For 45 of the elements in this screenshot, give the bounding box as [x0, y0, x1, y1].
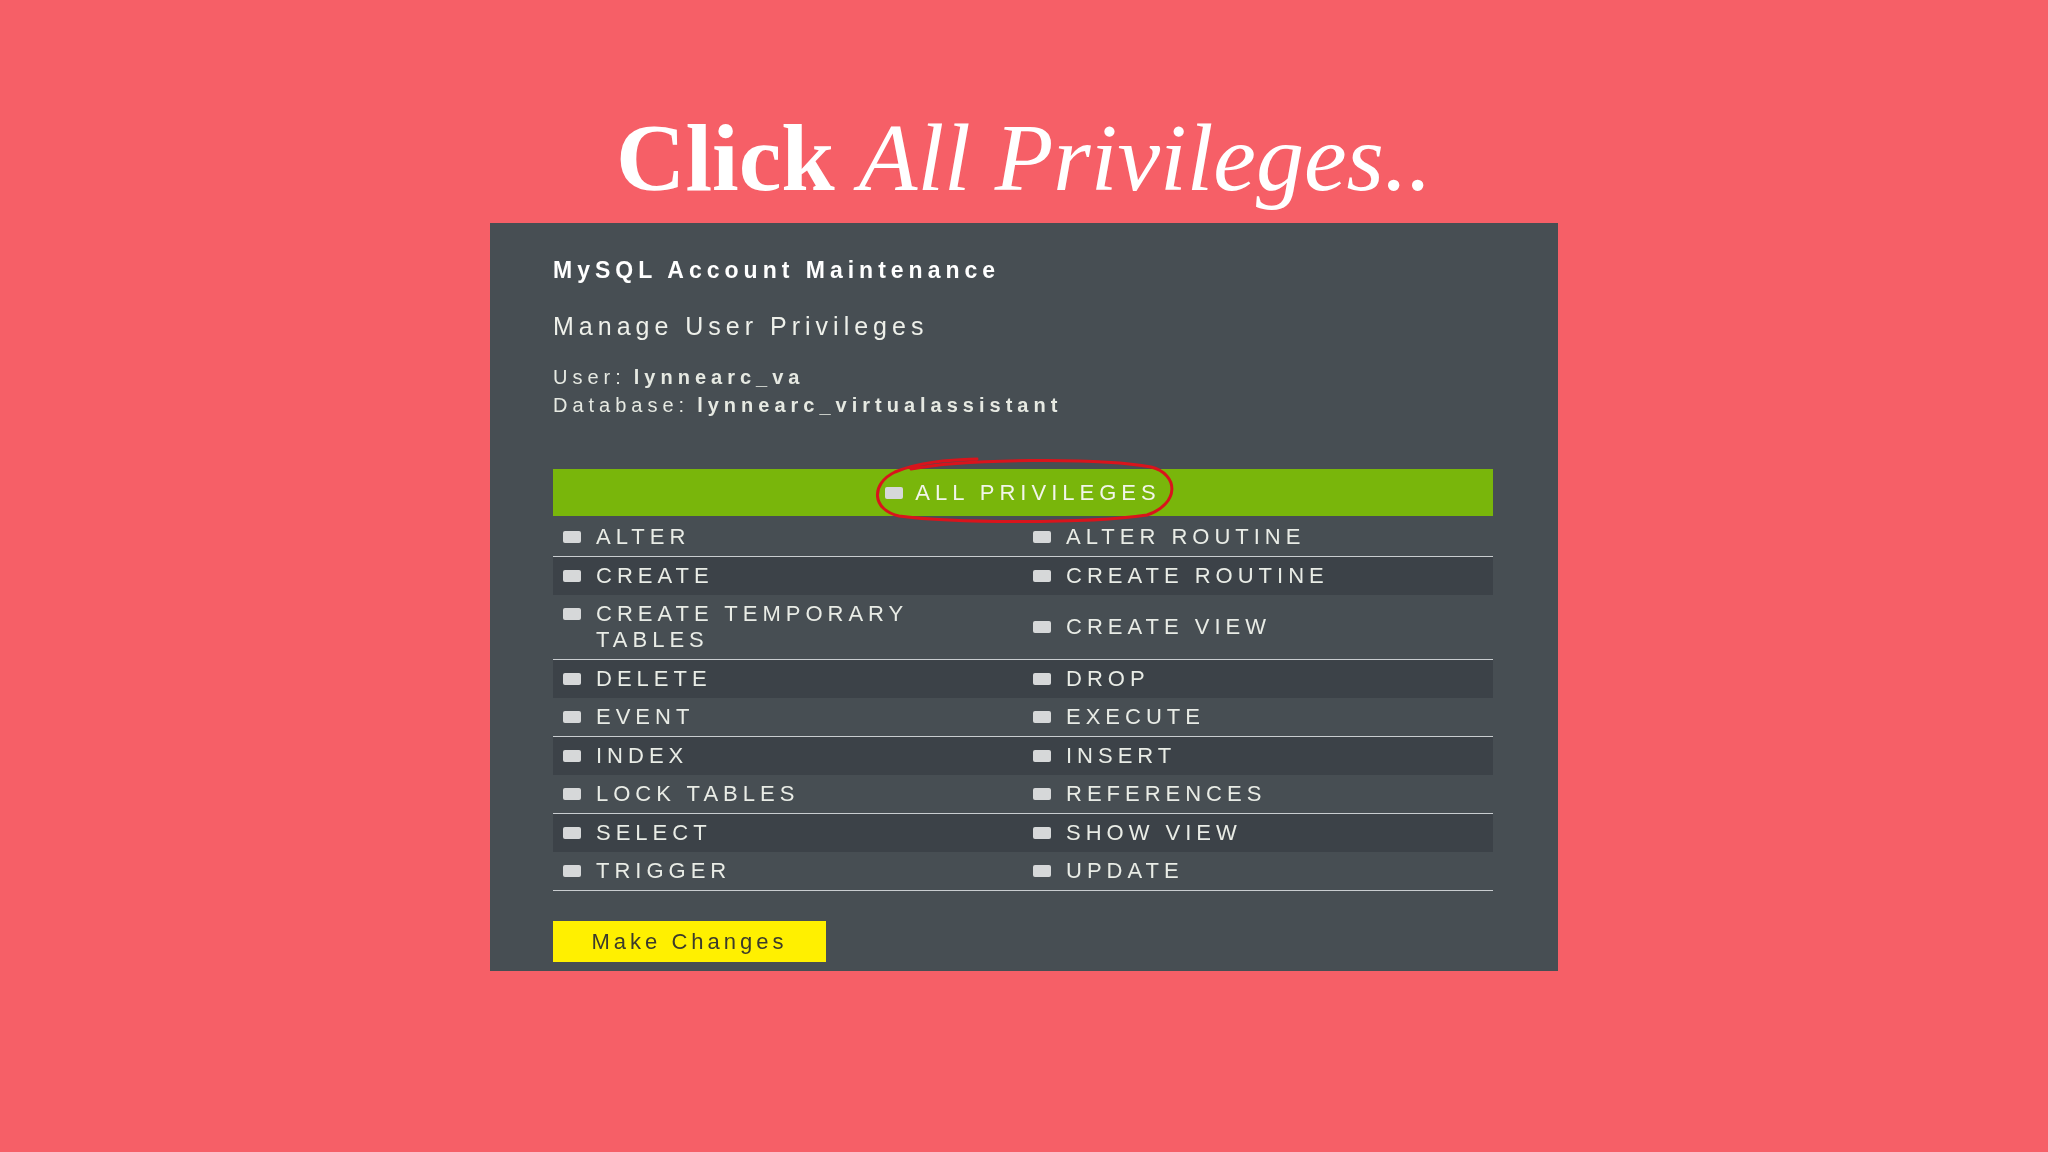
privilege-label: DELETE: [596, 666, 712, 692]
checkbox[interactable]: [563, 711, 581, 723]
privilege-label: SHOW VIEW: [1066, 820, 1242, 846]
privilege-label: SELECT: [596, 820, 712, 846]
detail-label: Database:: [553, 393, 690, 418]
all-privileges-label: ALL PRIVILEGES: [915, 479, 1161, 506]
privilege-label: CREATE TEMPORARY TABLES: [596, 601, 909, 653]
privilege-label: TRIGGER: [596, 858, 732, 884]
privilege-label: EXECUTE: [1066, 704, 1205, 730]
checkbox[interactable]: [885, 486, 904, 499]
checkbox[interactable]: [1033, 711, 1051, 723]
checkbox[interactable]: [563, 531, 581, 543]
checkbox[interactable]: [1033, 865, 1051, 877]
checkbox[interactable]: [563, 673, 581, 685]
privilege-label: UPDATE: [1066, 858, 1184, 884]
panel-heading: MySQL Account Maintenance: [553, 256, 1001, 284]
privilege-label: ALTER: [596, 524, 691, 550]
checkbox[interactable]: [1033, 827, 1051, 839]
detail-value: lynnearc_virtualassistant: [697, 393, 1063, 418]
checkbox[interactable]: [1033, 673, 1051, 685]
checkbox[interactable]: [563, 750, 581, 762]
privilege-label: INDEX: [596, 743, 689, 769]
privilege-label: CREATE ROUTINE: [1066, 563, 1329, 589]
privilege-label: CREATE VIEW: [1066, 614, 1271, 640]
checkbox[interactable]: [563, 570, 581, 582]
privilege-label: LOCK TABLES: [596, 781, 800, 807]
privilege-label: INSERT: [1066, 743, 1177, 769]
privilege-label: ALTER ROUTINE: [1066, 524, 1306, 550]
checkbox[interactable]: [563, 608, 581, 620]
privilege-label: DROP: [1066, 666, 1150, 692]
detail-value: lynnearc_va: [633, 365, 805, 390]
checkbox[interactable]: [563, 788, 581, 800]
checkbox[interactable]: [1033, 570, 1051, 582]
checkbox[interactable]: [1033, 788, 1051, 800]
detail-label: User:: [553, 365, 626, 390]
checkbox[interactable]: [1033, 621, 1051, 633]
checkbox[interactable]: [563, 827, 581, 839]
checkbox[interactable]: [563, 865, 581, 877]
checkbox[interactable]: [1033, 750, 1051, 762]
make-changes-button[interactable]: Make Changes: [553, 921, 826, 962]
privilege-label: EVENT: [596, 704, 695, 730]
privilege-label: REFERENCES: [1066, 781, 1267, 807]
panel-subheading: Manage User Privileges: [553, 311, 929, 342]
privilege-label: CREATE: [596, 563, 714, 589]
checkbox[interactable]: [1033, 531, 1051, 543]
